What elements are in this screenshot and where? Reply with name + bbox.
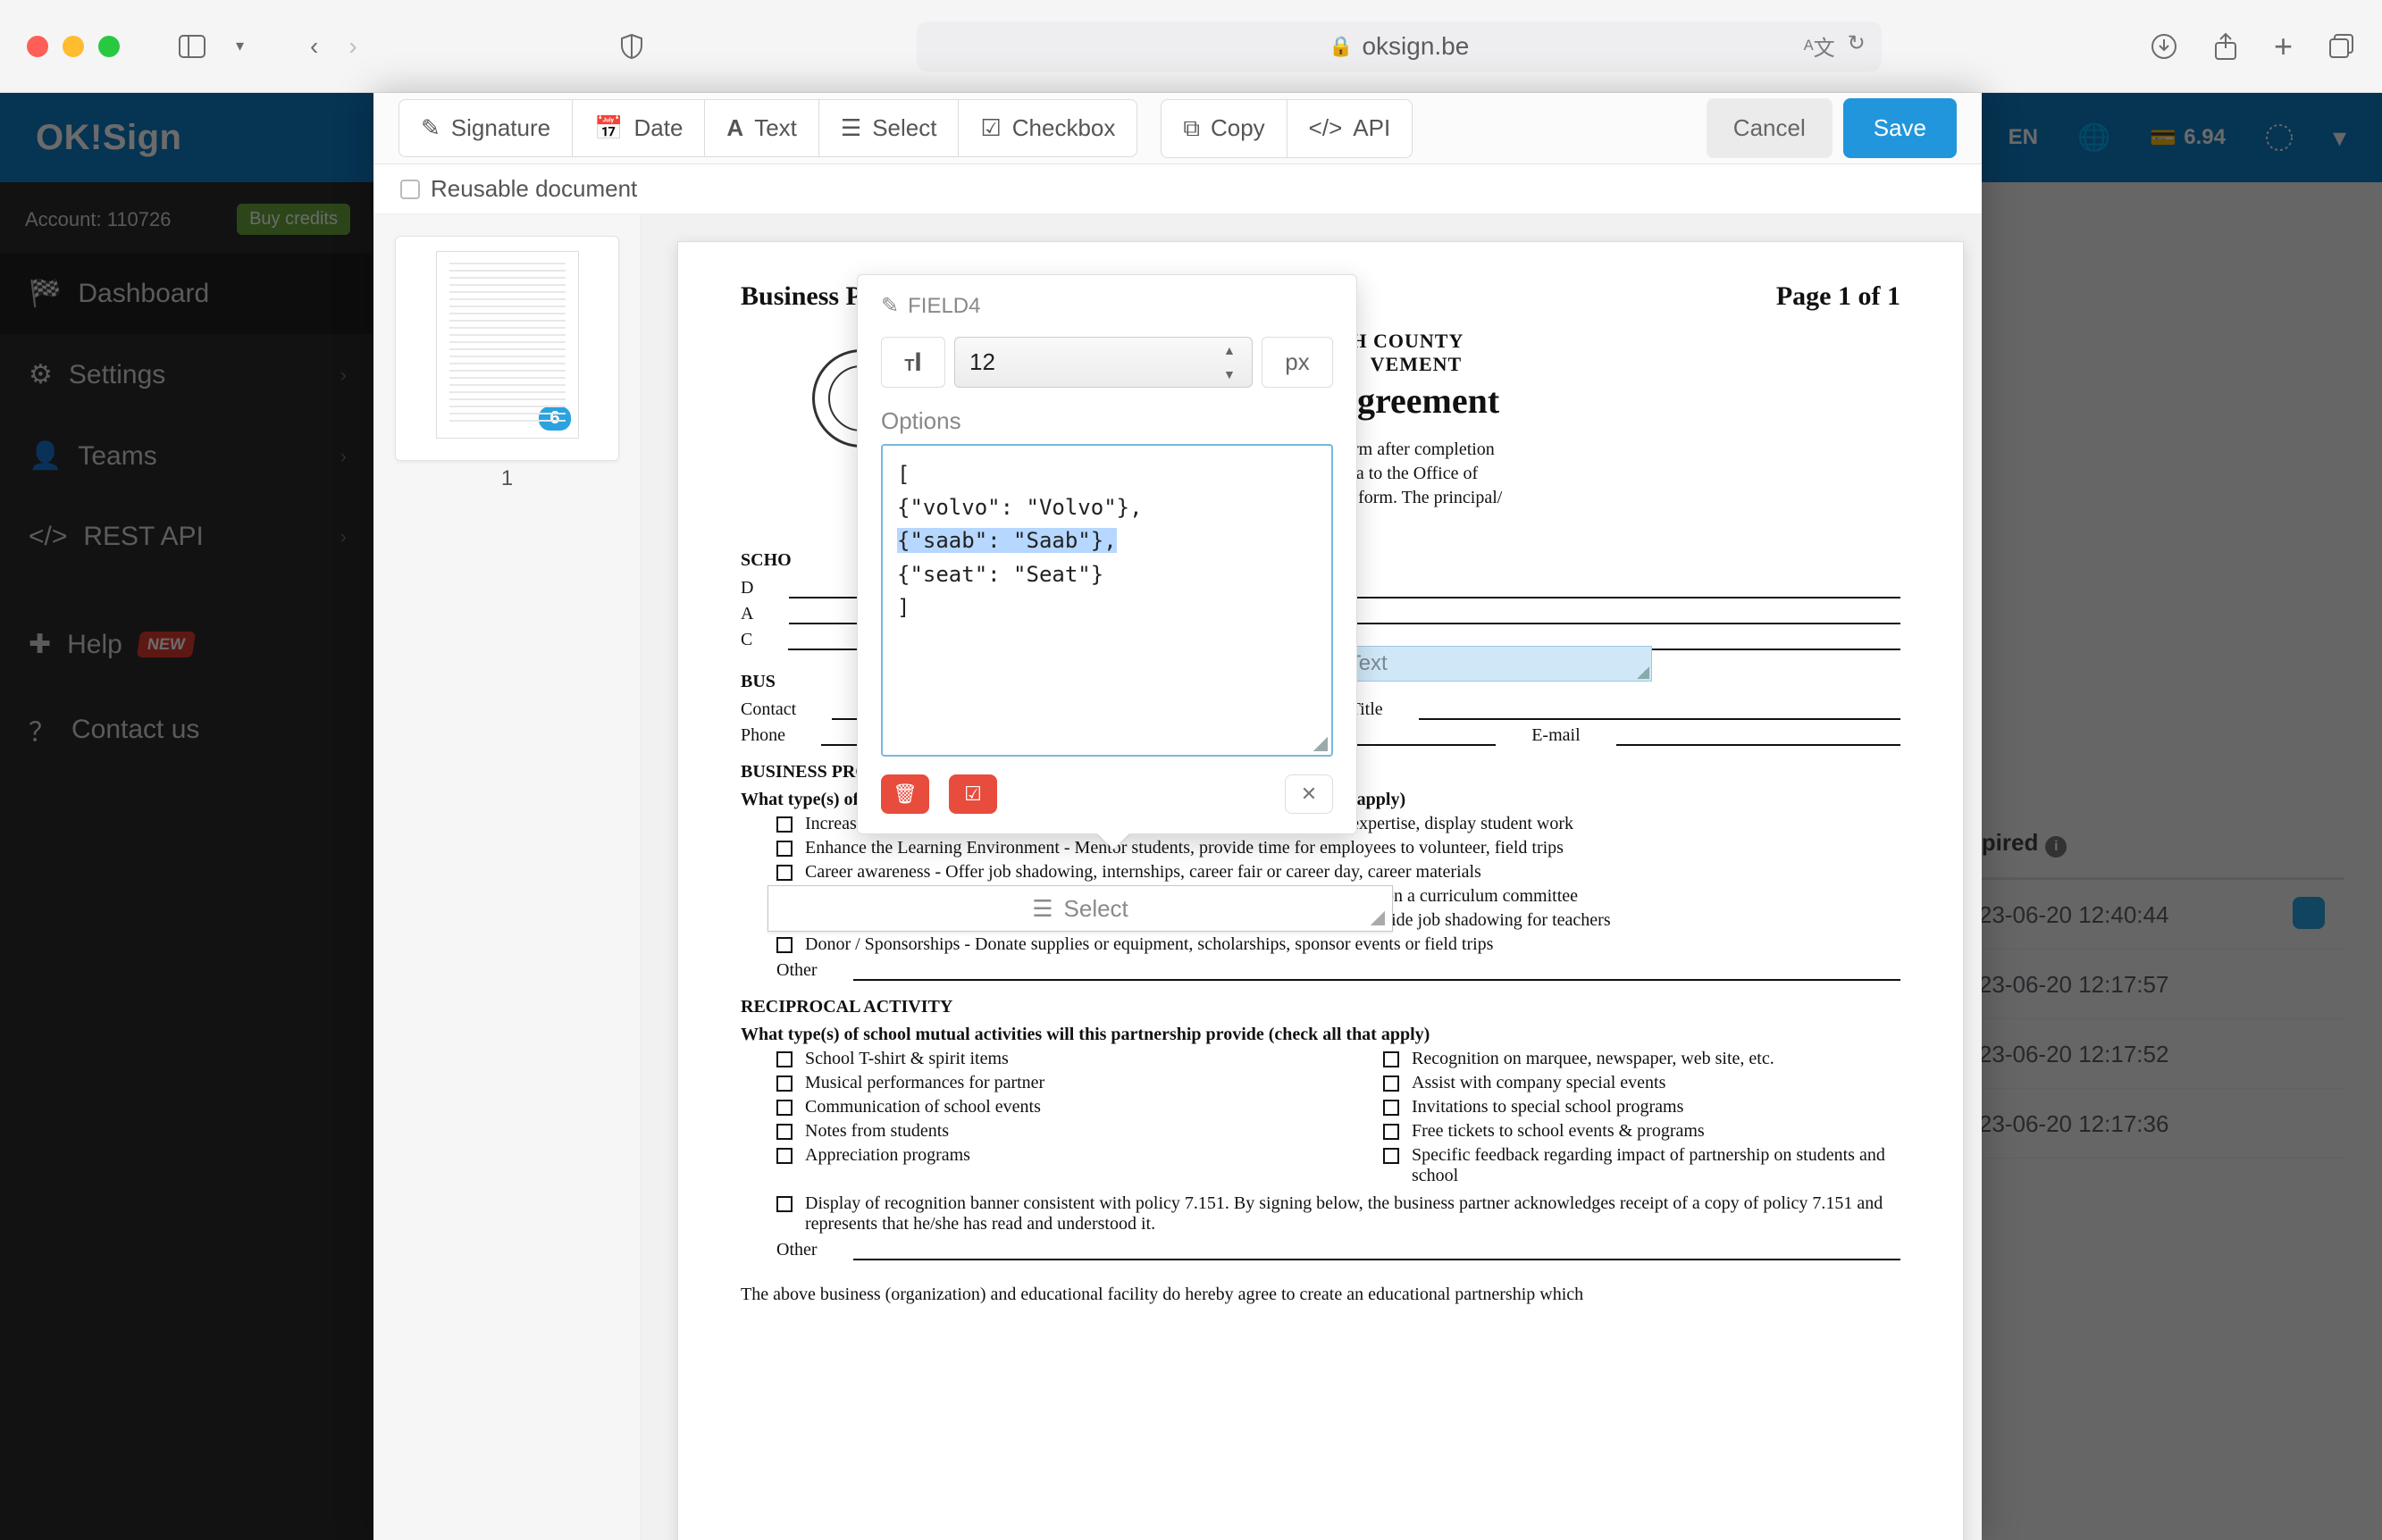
pencil-square-icon: ✎ bbox=[421, 114, 440, 142]
options-label: Options bbox=[858, 404, 1356, 444]
nav-forward-icon[interactable]: › bbox=[341, 32, 364, 61]
field-select-placeholder[interactable]: ☰ Select bbox=[767, 885, 1393, 932]
new-tab-icon[interactable]: + bbox=[2274, 28, 2293, 65]
nav-back-icon[interactable]: ‹ bbox=[303, 32, 325, 61]
tool-signature-button[interactable]: ✎Signature bbox=[398, 99, 573, 157]
window-close[interactable] bbox=[27, 36, 48, 57]
downloads-icon[interactable] bbox=[2151, 33, 2177, 60]
close-icon: ✕ bbox=[1301, 783, 1317, 806]
delete-field-button[interactable]: 🗑 bbox=[881, 774, 929, 814]
field-options-popover: ✎ FIELD4 TI 12 ▲▼ px Options [ {" bbox=[857, 274, 1357, 834]
font-icon: A bbox=[726, 114, 743, 142]
contact-label: Contact bbox=[741, 699, 796, 720]
page-thumbnail[interactable]: 6 bbox=[395, 236, 619, 461]
agree-text: The above business (organization) and ed… bbox=[741, 1282, 1900, 1307]
cancel-button[interactable]: Cancel bbox=[1707, 98, 1833, 158]
options-textarea[interactable]: [ {"volvo": "Volvo"}, {"saab": "Saab"}, … bbox=[881, 444, 1333, 757]
email-label: E-mail bbox=[1531, 725, 1580, 746]
thumbnail-pane: 6 1 bbox=[373, 214, 642, 1540]
spin-down[interactable]: ▼ bbox=[1223, 367, 1246, 381]
doc-header-right: Page 1 of 1 bbox=[1776, 281, 1900, 312]
checkbox-icon: ☑ bbox=[980, 114, 1001, 142]
reusable-checkbox[interactable] bbox=[400, 180, 420, 199]
save-button[interactable]: Save bbox=[1843, 98, 1957, 158]
field-name-label[interactable]: FIELD4 bbox=[908, 294, 980, 319]
pencil-icon: ✎ bbox=[881, 293, 899, 319]
code-icon: </> bbox=[1309, 114, 1343, 142]
calendar-icon: 📅 bbox=[594, 114, 623, 142]
phone-label: Phone bbox=[741, 725, 785, 746]
reload-icon[interactable]: ↻ bbox=[1848, 30, 1866, 62]
recip-question: What type(s) of school mutual activities… bbox=[741, 1025, 1900, 1045]
translate-icon[interactable]: ᴬ文 bbox=[1804, 30, 1835, 62]
shield-icon[interactable] bbox=[613, 33, 650, 60]
resize-handle[interactable] bbox=[1637, 666, 1649, 679]
browser-chrome: ▾ ‹ › 🔒 oksign.be ᴬ文 ↻ + bbox=[0, 0, 2382, 93]
lock-icon: 🔒 bbox=[1329, 35, 1353, 58]
document-editor: ✎Signature 📅Date AText ☰Select ☑Checkbox… bbox=[373, 93, 1982, 1540]
trash-icon: 🗑 bbox=[893, 783, 918, 806]
recip-section: RECIPROCAL ACTIVITY bbox=[741, 997, 1900, 1017]
tool-copy-button[interactable]: ⧉Copy bbox=[1161, 99, 1287, 158]
tool-checkbox-button[interactable]: ☑Checkbox bbox=[959, 99, 1137, 157]
window-maximize[interactable] bbox=[98, 36, 120, 57]
reusable-label: Reusable document bbox=[431, 175, 637, 203]
chevron-down-icon[interactable]: ▾ bbox=[229, 37, 251, 55]
font-size-input[interactable]: 12 ▲▼ bbox=[954, 337, 1253, 388]
close-popover-button[interactable]: ✕ bbox=[1285, 774, 1333, 814]
text-size-icon: TI bbox=[881, 337, 945, 388]
list-icon: ☰ bbox=[1032, 895, 1053, 923]
tool-date-button[interactable]: 📅Date bbox=[573, 99, 705, 157]
spin-up[interactable]: ▲ bbox=[1223, 343, 1246, 357]
field-text-placeholder[interactable]: A Text bbox=[1313, 646, 1652, 682]
copy-icon: ⧉ bbox=[1183, 114, 1200, 143]
unit-label: px bbox=[1262, 337, 1333, 388]
list-icon: ☰ bbox=[841, 114, 861, 142]
document-pane[interactable]: Business Par Page 1 of 1 THE PALM BEACH … bbox=[642, 214, 1982, 1540]
editor-subbar: Reusable document bbox=[373, 164, 1982, 214]
window-controls bbox=[27, 36, 120, 57]
tabs-icon[interactable] bbox=[2328, 33, 2355, 60]
document-page: Business Par Page 1 of 1 THE PALM BEACH … bbox=[677, 241, 1964, 1540]
address-bar[interactable]: 🔒 oksign.be ᴬ文 ↻ bbox=[917, 21, 1882, 71]
url-text: oksign.be bbox=[1362, 32, 1469, 61]
check-icon: ☑ bbox=[964, 783, 982, 806]
thumbnail-page-number: 1 bbox=[395, 466, 619, 491]
sidebar-toggle-icon[interactable] bbox=[172, 35, 213, 58]
tool-api-button[interactable]: </>API bbox=[1287, 99, 1413, 158]
window-minimize[interactable] bbox=[63, 36, 84, 57]
tool-text-button[interactable]: AText bbox=[705, 99, 818, 157]
share-icon[interactable] bbox=[2213, 32, 2238, 61]
field-count-badge: 6 bbox=[539, 406, 570, 431]
confirm-field-button[interactable]: ☑ bbox=[949, 774, 997, 814]
tool-select-button[interactable]: ☰Select bbox=[819, 99, 960, 157]
editor-toolbar: ✎Signature 📅Date AText ☰Select ☑Checkbox… bbox=[373, 93, 1982, 164]
thumbnail-image: 6 bbox=[436, 251, 579, 439]
